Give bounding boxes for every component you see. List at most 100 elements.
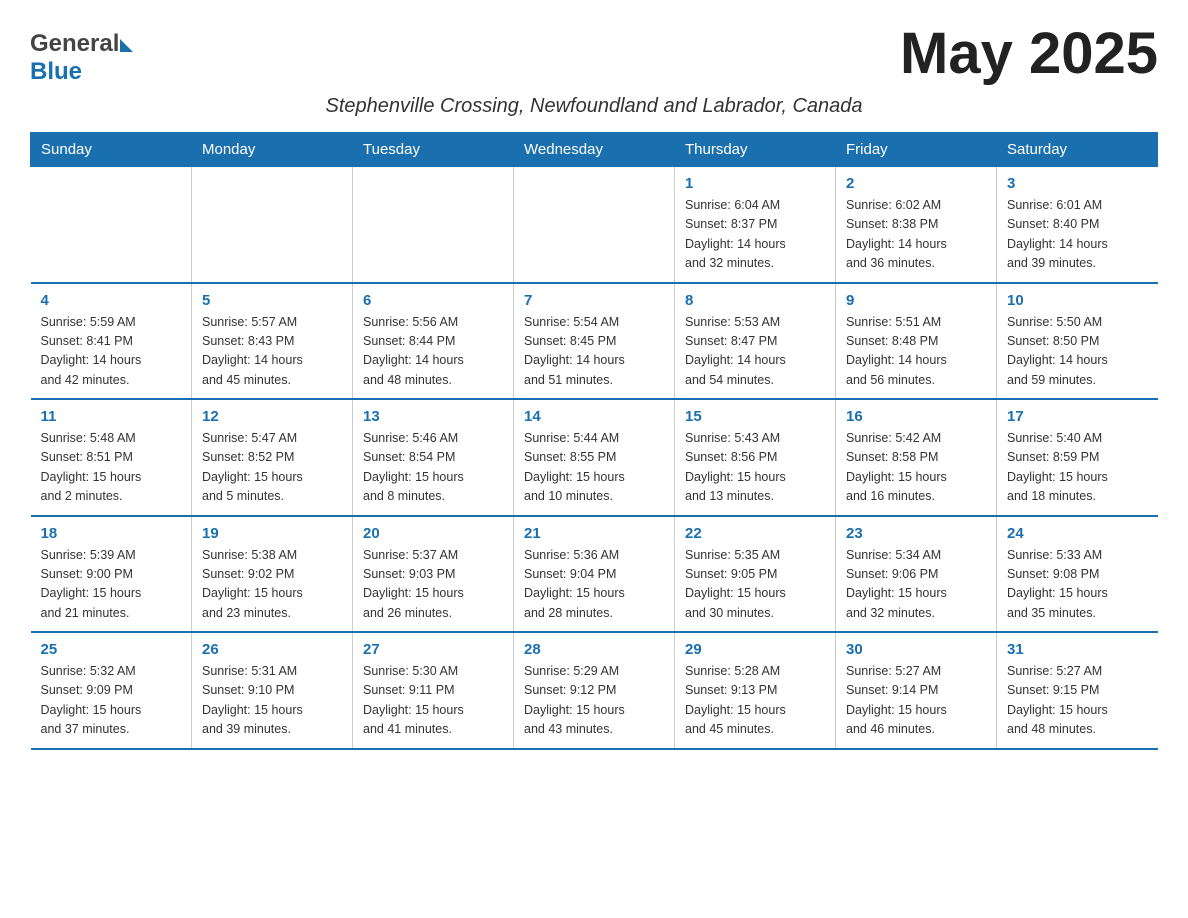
day-info: Sunrise: 5:38 AM Sunset: 9:02 PM Dayligh… bbox=[202, 546, 342, 624]
day-info: Sunrise: 5:42 AM Sunset: 8:58 PM Dayligh… bbox=[846, 429, 986, 507]
day-number: 25 bbox=[41, 641, 182, 658]
calendar-day-cell: 13Sunrise: 5:46 AM Sunset: 8:54 PM Dayli… bbox=[353, 399, 514, 516]
day-number: 17 bbox=[1007, 408, 1148, 425]
day-number: 19 bbox=[202, 525, 342, 542]
day-number: 31 bbox=[1007, 641, 1148, 658]
day-info: Sunrise: 5:30 AM Sunset: 9:11 PM Dayligh… bbox=[363, 662, 503, 740]
day-info: Sunrise: 5:31 AM Sunset: 9:10 PM Dayligh… bbox=[202, 662, 342, 740]
calendar-day-cell: 3 Sunrise: 6:01 AM Sunset: 8:40 PM Daylig… bbox=[997, 167, 1158, 283]
day-info: Sunrise: 5:36 AM Sunset: 9:04 PM Dayligh… bbox=[524, 546, 664, 624]
calendar-table: SundayMondayTuesdayWednesdayThursdayFrid… bbox=[30, 132, 1158, 750]
day-info: Sunrise: 5:54 AM Sunset: 8:45 PM Dayligh… bbox=[524, 313, 664, 391]
day-info: Sunrise: 5:47 AM Sunset: 8:52 PM Dayligh… bbox=[202, 429, 342, 507]
calendar-day-cell bbox=[514, 167, 675, 283]
day-info: Sunrise: 5:48 AM Sunset: 8:51 PM Dayligh… bbox=[41, 429, 182, 507]
calendar-day-cell: 28 Sunrise: 5:29 AM Sunset: 9:12 PM Dayli… bbox=[514, 632, 675, 749]
day-number: 7 bbox=[524, 292, 664, 309]
day-of-week-header: Saturday bbox=[997, 133, 1158, 167]
day-number: 30 bbox=[846, 641, 986, 658]
day-of-week-header: Thursday bbox=[675, 133, 836, 167]
day-number: 15 bbox=[685, 408, 825, 425]
day-info: Sunrise: 5:50 AM Sunset: 8:50 PM Dayligh… bbox=[1007, 313, 1148, 391]
calendar-day-cell: 15 Sunrise: 5:43 AM Sunset: 8:56 PM Dayli… bbox=[675, 399, 836, 516]
calendar-day-cell: 23 Sunrise: 5:34 AM Sunset: 9:06 PM Dayli… bbox=[836, 516, 997, 633]
day-info: Sunrise: 5:44 AM Sunset: 8:55 PM Dayligh… bbox=[524, 429, 664, 507]
day-number: 9 bbox=[846, 292, 986, 309]
calendar-day-cell: 10Sunrise: 5:50 AM Sunset: 8:50 PM Dayli… bbox=[997, 283, 1158, 400]
calendar-day-cell: 30Sunrise: 5:27 AM Sunset: 9:14 PM Dayli… bbox=[836, 632, 997, 749]
day-info: Sunrise: 5:40 AM Sunset: 8:59 PM Dayligh… bbox=[1007, 429, 1148, 507]
day-number: 14 bbox=[524, 408, 664, 425]
calendar-day-cell: 17 Sunrise: 5:40 AM Sunset: 8:59 PM Dayli… bbox=[997, 399, 1158, 516]
logo-general-text: General bbox=[30, 30, 119, 58]
day-number: 8 bbox=[685, 292, 825, 309]
calendar-day-cell: 7 Sunrise: 5:54 AM Sunset: 8:45 PM Daylig… bbox=[514, 283, 675, 400]
calendar-day-cell: 5 Sunrise: 5:57 AM Sunset: 8:43 PM Daylig… bbox=[192, 283, 353, 400]
day-info: Sunrise: 5:33 AM Sunset: 9:08 PM Dayligh… bbox=[1007, 546, 1148, 624]
day-number: 1 bbox=[685, 175, 825, 192]
day-info: Sunrise: 5:59 AM Sunset: 8:41 PM Dayligh… bbox=[41, 313, 182, 391]
calendar-day-cell: 21Sunrise: 5:36 AM Sunset: 9:04 PM Dayli… bbox=[514, 516, 675, 633]
day-number: 23 bbox=[846, 525, 986, 542]
day-info: Sunrise: 5:56 AM Sunset: 8:44 PM Dayligh… bbox=[363, 313, 503, 391]
day-number: 5 bbox=[202, 292, 342, 309]
calendar-day-cell bbox=[353, 167, 514, 283]
calendar-day-cell: 6 Sunrise: 5:56 AM Sunset: 8:44 PM Daylig… bbox=[353, 283, 514, 400]
day-number: 28 bbox=[524, 641, 664, 658]
day-number: 6 bbox=[363, 292, 503, 309]
calendar-header-row: SundayMondayTuesdayWednesdayThursdayFrid… bbox=[31, 133, 1158, 167]
day-number: 20 bbox=[363, 525, 503, 542]
day-info: Sunrise: 5:51 AM Sunset: 8:48 PM Dayligh… bbox=[846, 313, 986, 391]
logo-blue-text: Blue bbox=[30, 58, 82, 86]
day-number: 2 bbox=[846, 175, 986, 192]
calendar-day-cell: 8Sunrise: 5:53 AM Sunset: 8:47 PM Daylig… bbox=[675, 283, 836, 400]
calendar-day-cell: 25 Sunrise: 5:32 AM Sunset: 9:09 PM Dayli… bbox=[31, 632, 192, 749]
calendar-subtitle: Stephenville Crossing, Newfoundland and … bbox=[30, 95, 1158, 118]
calendar-day-cell: 22 Sunrise: 5:35 AM Sunset: 9:05 PM Dayli… bbox=[675, 516, 836, 633]
calendar-day-cell: 24Sunrise: 5:33 AM Sunset: 9:08 PM Dayli… bbox=[997, 516, 1158, 633]
day-info: Sunrise: 5:46 AM Sunset: 8:54 PM Dayligh… bbox=[363, 429, 503, 507]
logo-triangle-icon bbox=[120, 39, 133, 52]
day-number: 16 bbox=[846, 408, 986, 425]
calendar-week-row: 4 Sunrise: 5:59 AM Sunset: 8:41 PM Daylig… bbox=[31, 283, 1158, 400]
day-info: Sunrise: 6:04 AM Sunset: 8:37 PM Dayligh… bbox=[685, 196, 825, 274]
logo: General Blue bbox=[30, 20, 133, 86]
calendar-day-cell: 14 Sunrise: 5:44 AM Sunset: 8:55 PM Dayli… bbox=[514, 399, 675, 516]
day-info: Sunrise: 6:02 AM Sunset: 8:38 PM Dayligh… bbox=[846, 196, 986, 274]
calendar-day-cell: 20 Sunrise: 5:37 AM Sunset: 9:03 PM Dayli… bbox=[353, 516, 514, 633]
day-number: 11 bbox=[41, 408, 182, 425]
calendar-day-cell: 11 Sunrise: 5:48 AM Sunset: 8:51 PM Dayli… bbox=[31, 399, 192, 516]
day-number: 26 bbox=[202, 641, 342, 658]
calendar-week-row: 11 Sunrise: 5:48 AM Sunset: 8:51 PM Dayli… bbox=[31, 399, 1158, 516]
calendar-day-cell: 27 Sunrise: 5:30 AM Sunset: 9:11 PM Dayli… bbox=[353, 632, 514, 749]
day-number: 27 bbox=[363, 641, 503, 658]
day-number: 12 bbox=[202, 408, 342, 425]
day-number: 3 bbox=[1007, 175, 1148, 192]
calendar-day-cell: 12 Sunrise: 5:47 AM Sunset: 8:52 PM Dayli… bbox=[192, 399, 353, 516]
month-title: May 2025 bbox=[900, 20, 1158, 87]
day-info: Sunrise: 5:32 AM Sunset: 9:09 PM Dayligh… bbox=[41, 662, 182, 740]
day-info: Sunrise: 5:57 AM Sunset: 8:43 PM Dayligh… bbox=[202, 313, 342, 391]
day-of-week-header: Monday bbox=[192, 133, 353, 167]
day-number: 4 bbox=[41, 292, 182, 309]
day-info: Sunrise: 5:27 AM Sunset: 9:15 PM Dayligh… bbox=[1007, 662, 1148, 740]
calendar-day-cell: 2 Sunrise: 6:02 AM Sunset: 8:38 PM Daylig… bbox=[836, 167, 997, 283]
calendar-day-cell: 18Sunrise: 5:39 AM Sunset: 9:00 PM Dayli… bbox=[31, 516, 192, 633]
calendar-week-row: 18Sunrise: 5:39 AM Sunset: 9:00 PM Dayli… bbox=[31, 516, 1158, 633]
calendar-day-cell: 1 Sunrise: 6:04 AM Sunset: 8:37 PM Daylig… bbox=[675, 167, 836, 283]
calendar-day-cell: 9 Sunrise: 5:51 AM Sunset: 8:48 PM Daylig… bbox=[836, 283, 997, 400]
day-of-week-header: Wednesday bbox=[514, 133, 675, 167]
day-number: 22 bbox=[685, 525, 825, 542]
day-info: Sunrise: 5:29 AM Sunset: 9:12 PM Dayligh… bbox=[524, 662, 664, 740]
day-info: Sunrise: 5:37 AM Sunset: 9:03 PM Dayligh… bbox=[363, 546, 503, 624]
day-info: Sunrise: 5:34 AM Sunset: 9:06 PM Dayligh… bbox=[846, 546, 986, 624]
day-of-week-header: Sunday bbox=[31, 133, 192, 167]
day-of-week-header: Friday bbox=[836, 133, 997, 167]
calendar-week-row: 25 Sunrise: 5:32 AM Sunset: 9:09 PM Dayli… bbox=[31, 632, 1158, 749]
day-info: Sunrise: 5:43 AM Sunset: 8:56 PM Dayligh… bbox=[685, 429, 825, 507]
day-of-week-header: Tuesday bbox=[353, 133, 514, 167]
day-info: Sunrise: 6:01 AM Sunset: 8:40 PM Dayligh… bbox=[1007, 196, 1148, 274]
page-header: General Blue May 2025 bbox=[30, 20, 1158, 87]
day-number: 29 bbox=[685, 641, 825, 658]
day-info: Sunrise: 5:35 AM Sunset: 9:05 PM Dayligh… bbox=[685, 546, 825, 624]
